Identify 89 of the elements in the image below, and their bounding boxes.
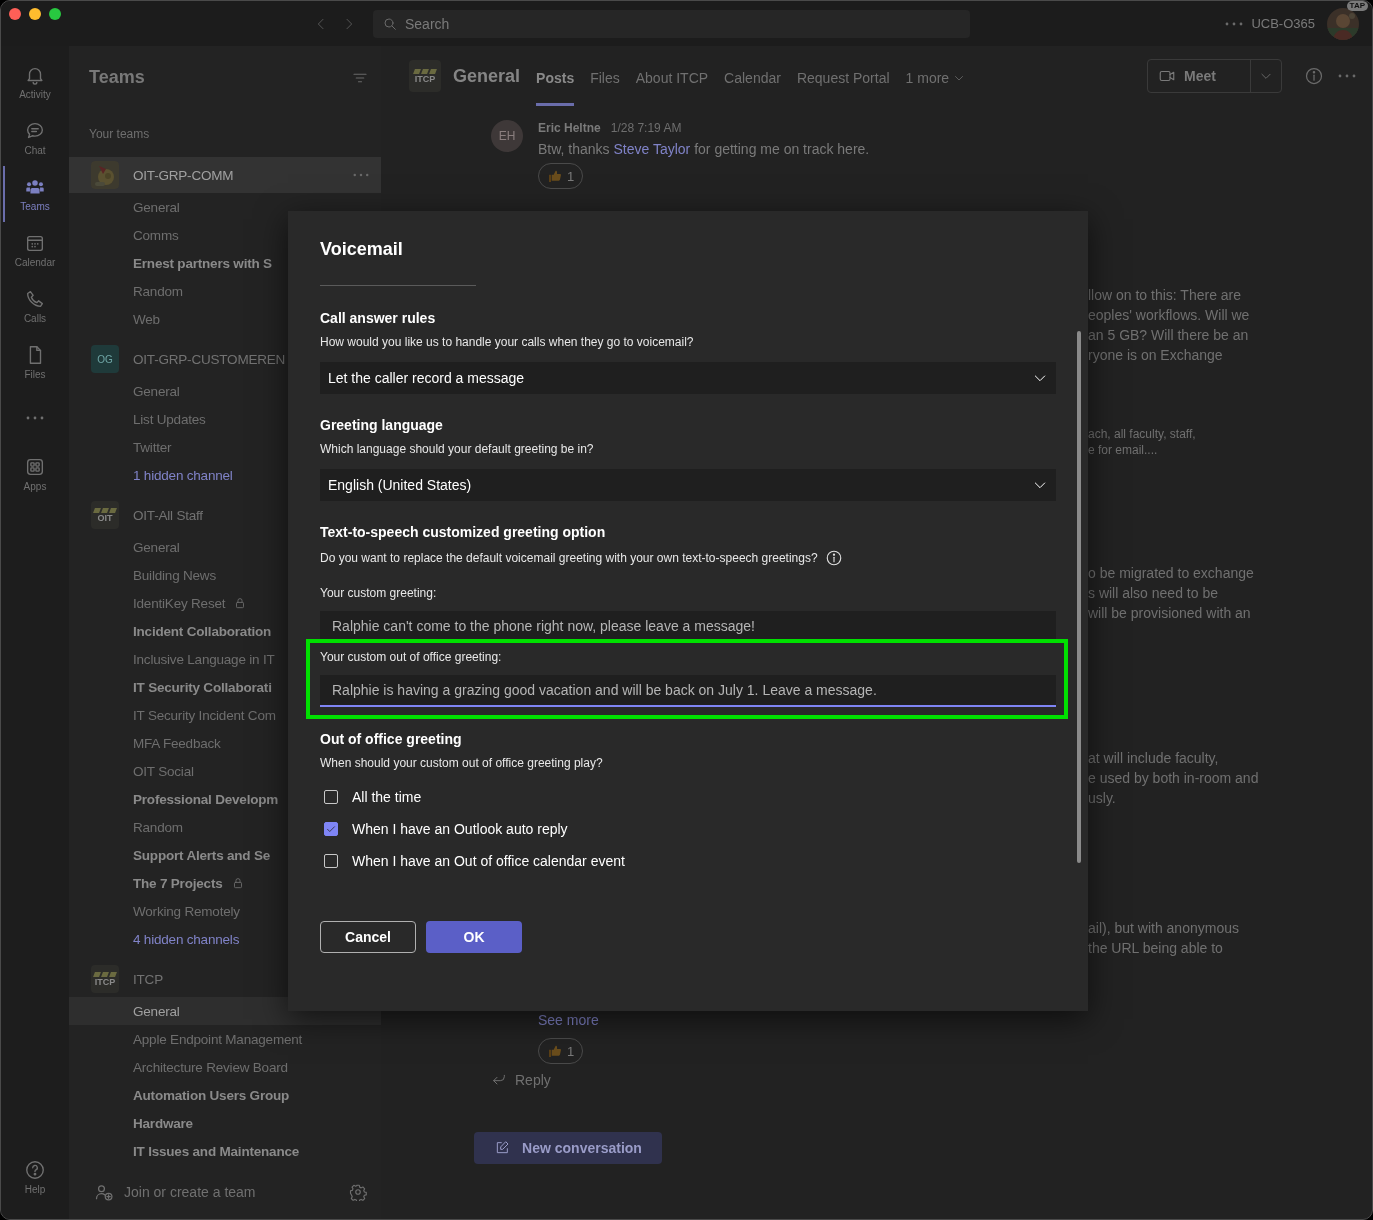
message-text: at will include faculty, e used by both in-room and usly. xyxy=(1088,749,1259,808)
channel-item[interactable]: Hardware xyxy=(69,1109,381,1137)
account-name: UCB-O365 xyxy=(1251,16,1315,31)
message-text: llow on to this: There are eoples' workflows. Will we an 5 GB? Will there be an ryone is on Exchange xyxy=(1088,286,1250,365)
channel-item[interactable]: Architecture Review Board xyxy=(69,1053,381,1081)
new-conversation-button[interactable]: New conversation xyxy=(474,1132,662,1164)
text-field[interactable]: Ralphie is having a grazing good vacation and will be back on July 1. Leave a message. xyxy=(320,675,1056,707)
channel-item[interactable]: General xyxy=(69,193,381,221)
rail-button[interactable]: Teams xyxy=(3,166,67,222)
checkbox-label[interactable]: All the time xyxy=(352,789,422,805)
thumbs-up-icon xyxy=(547,168,563,184)
checkbox[interactable] xyxy=(324,854,338,868)
channel-item[interactable]: Apple Endpoint Management xyxy=(69,1025,381,1053)
section-prompt: Which language should your default greeting be in? xyxy=(320,441,595,457)
more-button[interactable] xyxy=(26,416,44,420)
rail-button[interactable]: Calendar xyxy=(3,222,67,278)
help-icon xyxy=(24,1159,46,1181)
team-logo: OIT xyxy=(91,501,119,529)
add-person-icon[interactable] xyxy=(94,1182,114,1202)
team-logo: ITCP xyxy=(91,965,119,993)
author-name: Eric Heltne xyxy=(538,120,601,136)
see-more-link[interactable]: See more xyxy=(538,1012,599,1028)
message-text: Btw, thanks Steve Taylor for getting me on track here. xyxy=(538,140,870,159)
tab[interactable]: Files xyxy=(590,46,620,106)
zoom-button[interactable] xyxy=(49,8,61,20)
more-icon[interactable] xyxy=(1225,21,1244,26)
reply-button[interactable]: Reply xyxy=(491,1072,551,1088)
info-icon[interactable] xyxy=(824,549,843,567)
phone-icon xyxy=(24,288,46,310)
checkmark-icon xyxy=(325,823,337,835)
section-heading: Text-to-speech customized greeting option xyxy=(320,524,607,540)
more-icon[interactable] xyxy=(1338,74,1356,78)
search-icon xyxy=(382,15,398,32)
team-avatar: OG xyxy=(91,345,119,373)
message-text: o be migrated to exchange s will also need to be will be provisioned with an xyxy=(1088,564,1254,623)
dropdown[interactable]: English (United States) xyxy=(320,469,1056,501)
ok-button[interactable]: OK xyxy=(426,921,522,953)
mention-link[interactable]: Steve Taylor xyxy=(613,141,691,157)
tab[interactable]: Calendar xyxy=(724,46,781,106)
field-label: Your custom greeting: xyxy=(320,585,438,601)
join-team-link[interactable]: Join or create a team xyxy=(124,1184,349,1200)
cancel-button[interactable]: Cancel xyxy=(320,921,416,953)
more-icon xyxy=(26,416,44,420)
thumbs-up-icon xyxy=(547,1043,563,1059)
tab[interactable]: Posts xyxy=(536,46,575,106)
channel-item[interactable]: Automation Users Group xyxy=(69,1081,381,1109)
section-prompt: How would you like us to handle your calls when they go to voicemail? xyxy=(320,334,695,350)
section-heading: Call answer rules xyxy=(320,310,437,326)
field-label: Your custom out of office greeting: xyxy=(320,649,503,665)
rail-button[interactable]: Activity xyxy=(3,54,67,110)
rail-button[interactable]: Calls xyxy=(3,278,67,334)
tab[interactable]: 1 more xyxy=(905,46,966,106)
timestamp: 1/28 7:19 AM xyxy=(610,120,682,136)
tab[interactable]: Request Portal xyxy=(796,46,890,106)
checkbox-label[interactable]: When I have an Out of office calendar event xyxy=(352,853,625,869)
team-row[interactable]: ITCP ITCP xyxy=(69,961,381,997)
rail-button[interactable]: Apps xyxy=(3,446,67,502)
panel-title: Teams xyxy=(89,67,145,89)
channel-logo: ITCP xyxy=(409,60,441,92)
scrollbar[interactable] xyxy=(1077,331,1081,863)
dropdown[interactable]: Let the caller record a message xyxy=(320,362,1056,394)
channel-title: General xyxy=(453,65,521,87)
minimize-button[interactable] xyxy=(29,8,41,20)
section-label: Your teams xyxy=(88,126,151,144)
channel-item[interactable]: The 7 Projects xyxy=(69,869,381,897)
checkbox[interactable] xyxy=(324,790,338,804)
section-heading: Out of office greeting xyxy=(320,731,463,747)
section-heading: Greeting language xyxy=(320,417,444,433)
help-button[interactable]: Help xyxy=(3,1149,67,1205)
checkbox[interactable] xyxy=(324,822,338,836)
account-badge: TAP xyxy=(1346,1,1368,11)
rail-button[interactable]: Chat xyxy=(3,110,67,166)
message-text: ach, all faculty, staff, e for email.... xyxy=(1088,426,1196,458)
close-button[interactable] xyxy=(9,8,21,20)
message-text: ail), but with anonymous the URL being able to xyxy=(1088,919,1239,958)
apps-icon xyxy=(24,456,46,478)
tab[interactable]: About ITCP xyxy=(635,46,709,106)
more-icon[interactable] xyxy=(353,173,369,177)
dialog-title: Voicemail xyxy=(320,239,404,259)
channel-item[interactable]: IT Issues and Maintenance xyxy=(69,1137,381,1165)
team-row[interactable]: OIT-GRP-COMM xyxy=(69,157,381,193)
search-field[interactable]: Search xyxy=(373,9,970,38)
section-prompt: Do you want to replace the default voicemail greeting with your own text-to-speech greetings? xyxy=(320,550,818,566)
rail-button[interactable]: Files xyxy=(3,334,67,390)
checkbox-label[interactable]: When I have an Outlook auto reply xyxy=(352,821,568,837)
avatar: EH xyxy=(491,120,523,152)
compose-icon xyxy=(494,1140,511,1156)
section-prompt: When should your custom out of office greeting play? xyxy=(320,755,604,771)
settings-icon[interactable] xyxy=(349,1183,367,1201)
